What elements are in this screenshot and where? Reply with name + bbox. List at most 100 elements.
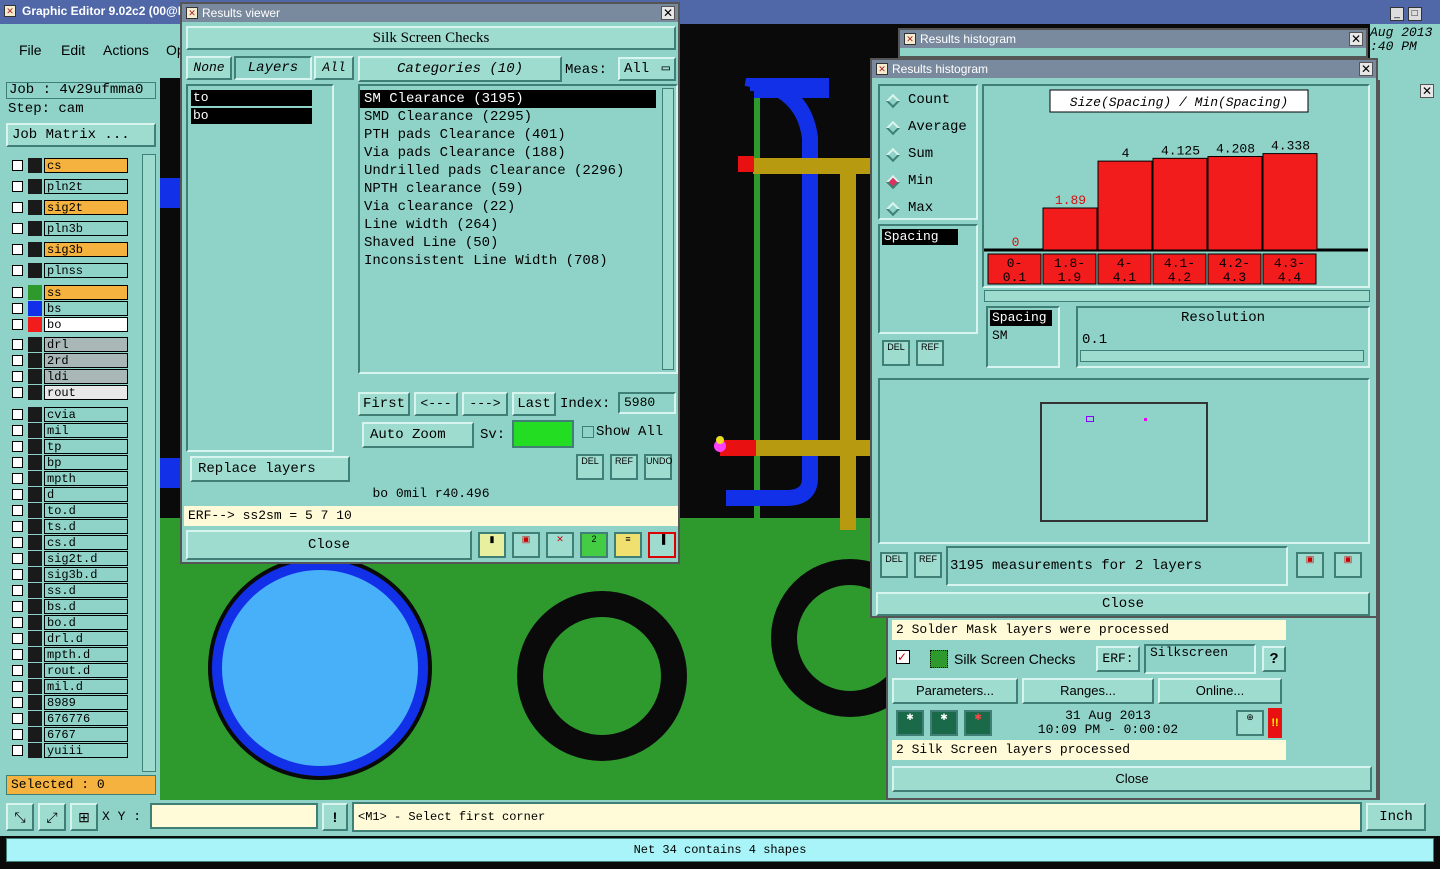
tab-layers[interactable]: Layers bbox=[234, 56, 312, 80]
layer-name[interactable]: 676776 bbox=[44, 711, 128, 726]
layer-checkbox[interactable] bbox=[12, 521, 23, 532]
layer-name[interactable]: 2rd bbox=[44, 353, 128, 368]
layer-checkbox[interactable] bbox=[12, 729, 23, 740]
hist-scrollbar[interactable] bbox=[984, 290, 1370, 302]
layer-row[interactable]: pln2t bbox=[10, 179, 128, 194]
layer-checkbox[interactable] bbox=[12, 287, 23, 298]
layer-name[interactable]: ts.d bbox=[44, 519, 128, 534]
layer-name[interactable]: ss bbox=[44, 285, 128, 300]
warning-icon[interactable]: !! bbox=[1268, 708, 1282, 738]
layer-name[interactable]: pln2t bbox=[44, 179, 128, 194]
layer-results-list[interactable]: to bo bbox=[186, 84, 334, 452]
replace-layers-select[interactable]: Replace layers bbox=[190, 456, 350, 482]
layer-name[interactable]: drl.d bbox=[44, 631, 128, 646]
category-item[interactable]: SMD Clearance (2295) bbox=[360, 108, 676, 126]
close-icon[interactable]: ✕ bbox=[1420, 84, 1434, 98]
layer-checkbox[interactable] bbox=[12, 181, 23, 192]
layer-name[interactable]: cs.d bbox=[44, 535, 128, 550]
hist-del-icon[interactable]: DEL bbox=[882, 340, 910, 366]
minimize-icon[interactable]: _ bbox=[1390, 7, 1404, 21]
layer-row[interactable]: mpth bbox=[10, 471, 128, 486]
layer-name[interactable]: mpth bbox=[44, 471, 128, 486]
summary-del-icon[interactable]: DEL bbox=[880, 552, 908, 578]
layer-checkbox[interactable] bbox=[12, 633, 23, 644]
layer-row[interactable]: bo.d bbox=[10, 615, 128, 630]
layer-name[interactable]: sig3b.d bbox=[44, 567, 128, 582]
histogram-close-button[interactable]: Close bbox=[876, 592, 1370, 616]
ranges-button[interactable]: Ranges... bbox=[1022, 678, 1154, 704]
layer-checkbox[interactable] bbox=[12, 537, 23, 548]
layer-name[interactable]: mpth.d bbox=[44, 647, 128, 662]
layer-checkbox[interactable] bbox=[12, 223, 23, 234]
category-item[interactable]: NPTH clearance (59) bbox=[360, 180, 676, 198]
layer-checkbox[interactable] bbox=[12, 553, 23, 564]
layer-row[interactable]: bp bbox=[10, 455, 128, 470]
layer-row[interactable]: pln3b bbox=[10, 221, 128, 236]
result-layer-bo[interactable]: bo bbox=[191, 108, 312, 124]
result-layer-to[interactable]: to bbox=[191, 90, 312, 106]
layer-name[interactable]: sig2t.d bbox=[44, 551, 128, 566]
compare-icon[interactable]: 2 bbox=[580, 532, 608, 558]
nav-last-button[interactable]: Last bbox=[512, 392, 556, 416]
category-scrollbar[interactable] bbox=[662, 88, 674, 370]
layer-checkbox[interactable] bbox=[12, 745, 23, 756]
nav-next-button[interactable]: ---> bbox=[462, 392, 508, 416]
layer-row[interactable]: tp bbox=[10, 439, 128, 454]
alert-icon[interactable]: ! bbox=[322, 803, 348, 831]
check-enabled-checkbox[interactable]: ✓ bbox=[896, 650, 910, 664]
layer-row[interactable]: sig3b.d bbox=[10, 567, 128, 582]
layer-name[interactable]: bo bbox=[44, 317, 128, 332]
layer-checkbox[interactable] bbox=[12, 665, 23, 676]
layer-name[interactable]: 6767 bbox=[44, 727, 128, 742]
layer-row[interactable]: to.d bbox=[10, 503, 128, 518]
layer-row[interactable]: d bbox=[10, 487, 128, 502]
auto-zoom-select[interactable]: Auto Zoom bbox=[362, 422, 474, 448]
layer-row[interactable]: plnss bbox=[10, 263, 128, 278]
run-all-icon[interactable]: ✱ bbox=[930, 710, 958, 736]
layer-checkbox[interactable] bbox=[12, 489, 23, 500]
show-all-checkbox[interactable] bbox=[582, 426, 594, 438]
layer-row[interactable]: sig2t.d bbox=[10, 551, 128, 566]
category-item[interactable]: Line width (264) bbox=[360, 216, 676, 234]
layer-name[interactable]: sig3b bbox=[44, 242, 128, 257]
index-input[interactable]: 5980 bbox=[618, 392, 676, 414]
option-max[interactable]: Max bbox=[885, 200, 976, 218]
layer-row[interactable]: 8989 bbox=[10, 695, 128, 710]
layer-name[interactable]: ss.d bbox=[44, 583, 128, 598]
stats-icon[interactable]: ▮ bbox=[478, 532, 506, 558]
layer-checkbox[interactable] bbox=[12, 713, 23, 724]
layer-row[interactable]: yuiii bbox=[10, 743, 128, 758]
layer-name[interactable]: bs.d bbox=[44, 599, 128, 614]
tab-all[interactable]: All bbox=[314, 56, 354, 80]
layer-row[interactable]: bs bbox=[10, 301, 128, 316]
layer-row[interactable]: rout bbox=[10, 385, 128, 400]
ref-icon[interactable]: REF bbox=[610, 454, 638, 480]
layer-checkbox[interactable] bbox=[12, 303, 23, 314]
meas-select[interactable]: All ▭ bbox=[618, 57, 676, 81]
layer-checkbox[interactable] bbox=[12, 244, 23, 255]
menu-actions[interactable]: Actions bbox=[103, 42, 149, 58]
layer-row[interactable]: ts.d bbox=[10, 519, 128, 534]
layer-row[interactable]: sig3b bbox=[10, 242, 128, 257]
list-item-sm[interactable]: SM bbox=[990, 328, 1058, 343]
units-button[interactable]: Inch bbox=[1366, 803, 1426, 831]
layer-name[interactable]: bp bbox=[44, 455, 128, 470]
close-icon[interactable]: ✕ bbox=[1359, 62, 1373, 76]
layer-checkbox[interactable] bbox=[12, 202, 23, 213]
del-icon[interactable]: DEL bbox=[576, 454, 604, 480]
maximize-icon[interactable]: □ bbox=[1407, 7, 1422, 21]
layer-row[interactable]: ldi bbox=[10, 369, 128, 384]
layer-checkbox[interactable] bbox=[12, 409, 23, 420]
close-button[interactable]: Close bbox=[186, 530, 472, 560]
option-min[interactable]: Min bbox=[885, 173, 976, 191]
category-item[interactable]: Inconsistent Line Width (708) bbox=[360, 252, 676, 270]
field-list[interactable]: Spacing bbox=[878, 224, 978, 334]
category-item[interactable]: Via clearance (22) bbox=[360, 198, 676, 216]
layer-checkbox[interactable] bbox=[12, 371, 23, 382]
layer-checkbox[interactable] bbox=[12, 425, 23, 436]
category-item[interactable]: Shaved Line (50) bbox=[360, 234, 676, 252]
layer-checkbox[interactable] bbox=[12, 339, 23, 350]
layer-row[interactable]: ss.d bbox=[10, 583, 128, 598]
parameters-button[interactable]: Parameters... bbox=[892, 678, 1018, 704]
layer-row[interactable]: mpth.d bbox=[10, 647, 128, 662]
